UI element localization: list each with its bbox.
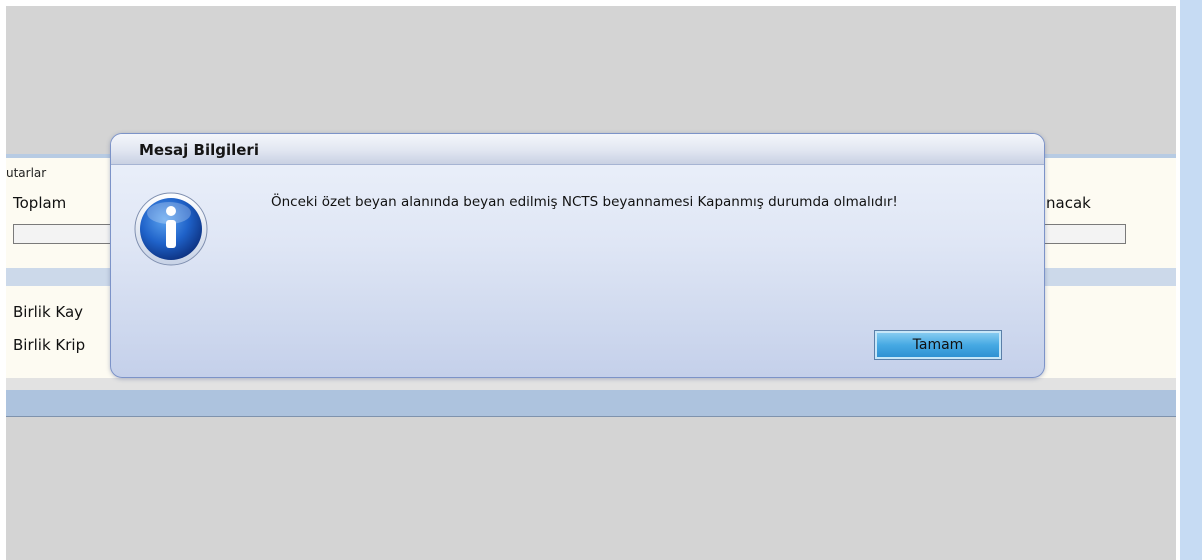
right-scroll-strip bbox=[1180, 0, 1202, 560]
total-label: Toplam bbox=[13, 194, 67, 212]
birlik-krip-label: Birlik Krip bbox=[13, 336, 86, 354]
dialog-titlebar[interactable]: Mesaj Bilgileri bbox=[111, 134, 1044, 165]
toolbar-band bbox=[6, 390, 1176, 417]
ok-button[interactable]: Tamam bbox=[874, 330, 1002, 360]
dialog-message: Önceki özet beyan alanında beyan edilmiş… bbox=[271, 194, 898, 210]
right-field-label: nacak bbox=[1046, 194, 1091, 212]
birlik-kay-label: Birlik Kay bbox=[13, 303, 84, 321]
dialog-title: Mesaj Bilgileri bbox=[139, 141, 259, 159]
message-dialog: Mesaj Bilgileri Önceki özet beyan alanın… bbox=[110, 133, 1045, 378]
group-label: utarlar bbox=[6, 166, 47, 180]
right-field[interactable] bbox=[1036, 224, 1126, 244]
info-icon bbox=[134, 192, 208, 266]
section-separator bbox=[6, 378, 1176, 390]
